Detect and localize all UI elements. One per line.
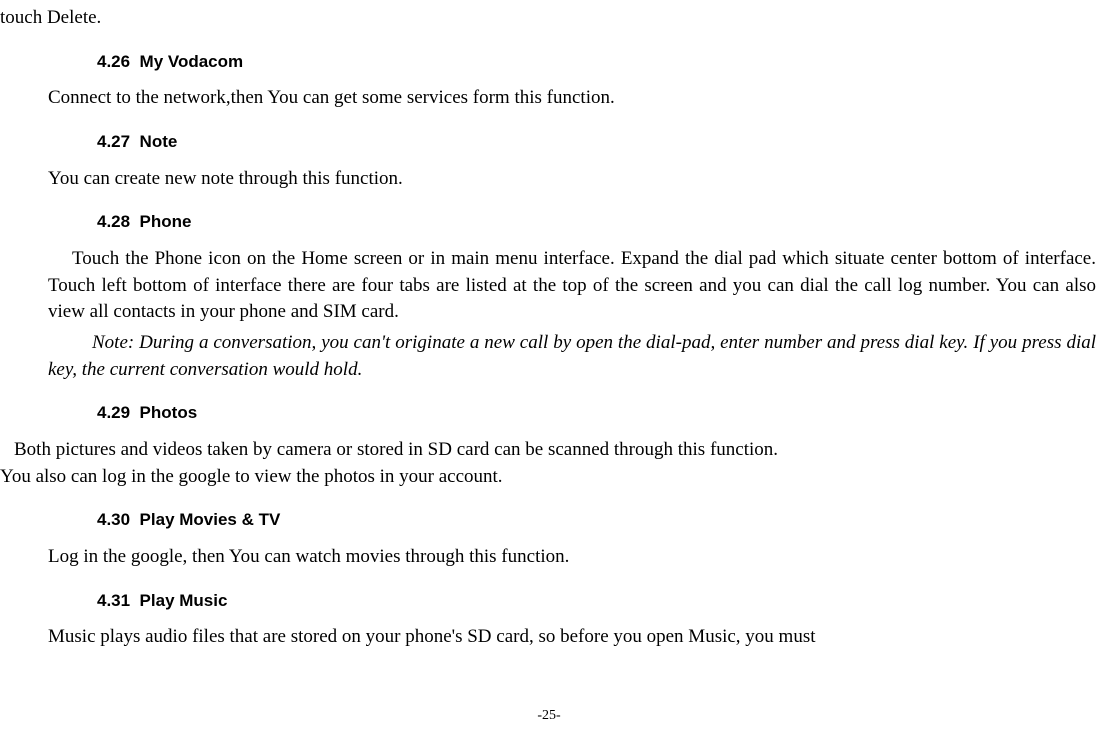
heading-num: 4.31 xyxy=(97,591,130,610)
heading-4-28: 4.28 Phone xyxy=(0,210,1098,234)
heading-4-29: 4.29 Photos xyxy=(0,401,1098,425)
body-4-29-a: Both pictures and videos taken by camera… xyxy=(0,437,1098,464)
heading-4-30: 4.30 Play Movies & TV xyxy=(0,508,1098,532)
body-4-28: Touch the Phone icon on the Home screen … xyxy=(0,246,1098,326)
fragment-line: touch Delete. xyxy=(0,5,1098,32)
heading-4-26: 4.26 My Vodacom xyxy=(0,50,1098,74)
page-number: -25- xyxy=(0,706,1098,726)
heading-num: 4.30 xyxy=(97,510,130,529)
heading-title: Play Movies & TV xyxy=(140,510,281,529)
body-4-27: You can create new note through this fun… xyxy=(0,166,1098,193)
body-4-31: Music plays audio files that are stored … xyxy=(0,624,1098,651)
heading-num: 4.29 xyxy=(97,403,130,422)
heading-num: 4.26 xyxy=(97,52,130,71)
heading-num: 4.28 xyxy=(97,212,130,231)
heading-title: My Vodacom xyxy=(140,52,244,71)
heading-title: Phone xyxy=(140,212,192,231)
note-4-28: Note: During a conversation, you can't o… xyxy=(0,330,1098,383)
body-4-30: Log in the google, then You can watch mo… xyxy=(0,544,1098,571)
body-4-29-b: You also can log in the google to view t… xyxy=(0,464,1098,491)
heading-num: 4.27 xyxy=(97,132,130,151)
document-page: touch Delete. 4.26 My Vodacom Connect to… xyxy=(0,0,1098,734)
heading-title: Play Music xyxy=(140,591,228,610)
heading-4-31: 4.31 Play Music xyxy=(0,589,1098,613)
heading-title: Photos xyxy=(140,403,198,422)
body-4-26: Connect to the network,then You can get … xyxy=(0,85,1098,112)
heading-title: Note xyxy=(140,132,178,151)
heading-4-27: 4.27 Note xyxy=(0,130,1098,154)
